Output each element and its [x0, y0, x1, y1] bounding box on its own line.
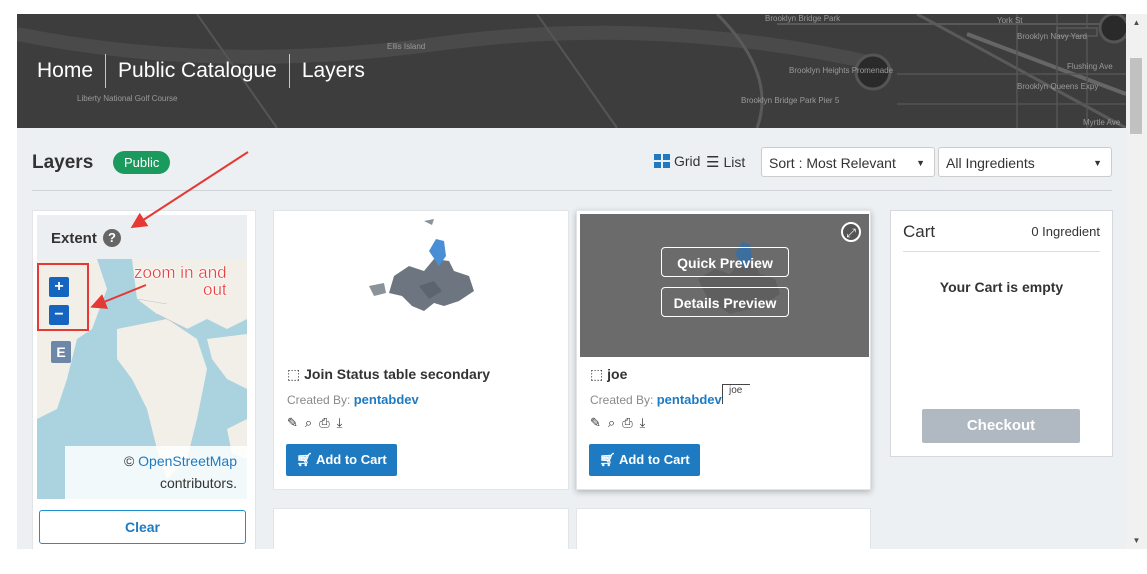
card-actions: ✎ ⌕ ⎙ ⤓ — [590, 415, 645, 431]
download-icon[interactable]: ⤓ — [337, 415, 343, 431]
layer-card: ⬚ Join Status table secondary Created By… — [273, 210, 569, 490]
map-label: Brooklyn Bridge Park — [765, 14, 841, 23]
cart-icon: 🛒︎ — [296, 452, 313, 467]
europe-map-thumbnail — [369, 219, 474, 311]
card-actions: ✎ ⌕ ⎙ ⤓ — [287, 415, 342, 431]
checkout-button[interactable]: Checkout — [922, 409, 1080, 443]
extent-panel: Extent ? + − E © OpenStreetMap contribut… — [32, 210, 256, 549]
window-left-edge — [0, 0, 17, 574]
edit-icon[interactable]: ✎ — [287, 415, 298, 431]
breadcrumb-home[interactable]: Home — [37, 54, 105, 88]
map-label: Brooklyn Navy Yard — [1017, 32, 1087, 41]
window-bottom-edge — [0, 549, 1147, 574]
cart-icon: 🛒︎ — [599, 452, 616, 467]
created-by-label: Created By: — [590, 393, 654, 407]
extent-title: Extent — [51, 230, 97, 247]
clear-button[interactable]: Clear — [39, 510, 246, 544]
breadcrumb-public-catalogue[interactable]: Public Catalogue — [105, 54, 289, 88]
ingredients-select[interactable]: All Ingredients ▼ — [938, 147, 1112, 177]
layer-title[interactable]: ⬚ Join Status table secondary — [287, 366, 490, 383]
annotation-highlight-box — [37, 263, 89, 331]
list-icon: ☰ — [706, 154, 720, 171]
map-label: Brooklyn Queens Expy — [1017, 82, 1099, 91]
quick-preview-button[interactable]: Quick Preview — [661, 247, 789, 277]
details-preview-button[interactable]: Details Preview — [661, 287, 789, 317]
map-label: Myrtle Ave — [1083, 118, 1121, 127]
author-link[interactable]: pentabdev — [657, 392, 722, 407]
grid-view-label: Grid — [674, 153, 701, 169]
add-to-cart-label: Add to Cart — [315, 452, 387, 467]
map-label: Flushing Ave — [1067, 62, 1113, 71]
map-label: Liberty National Golf Course — [77, 94, 178, 103]
grid-icon — [654, 154, 670, 168]
map-attribution: © OpenStreetMap contributors. — [65, 446, 247, 499]
sort-select[interactable]: Sort : Most Relevant ▼ — [761, 147, 935, 177]
map-label: Ellis Island — [387, 42, 426, 51]
add-to-cart-button[interactable]: 🛒︎ Add to Cart — [589, 444, 700, 476]
chevron-down-icon: ▼ — [1093, 158, 1102, 168]
layer-thumbnail[interactable] — [274, 211, 568, 356]
vertical-scrollbar[interactable]: ▲ ▼ — [1126, 14, 1147, 549]
grid-view-toggle[interactable]: Grid — [654, 153, 700, 169]
scrollbar-thumb[interactable] — [1130, 58, 1142, 134]
breadcrumb-layers: Layers — [288, 54, 377, 88]
chevron-down-icon: ▼ — [916, 158, 925, 168]
scroll-up-arrow-icon[interactable]: ▲ — [1126, 14, 1147, 31]
bookmark-icon[interactable]: ⬚ — [287, 366, 300, 382]
public-badge: Public — [113, 151, 171, 174]
ingredients-select-value: All Ingredients — [946, 155, 1035, 171]
breadcrumb: Home Public Catalogue Layers — [37, 54, 377, 88]
layer-card: ⤢ Quick Preview Details Preview ⬚ joe Cr… — [576, 210, 871, 490]
list-view-toggle[interactable]: ☰ List — [706, 153, 745, 171]
layer-card — [576, 508, 871, 549]
search-icon[interactable]: ⌕ — [305, 415, 312, 431]
attribution-suffix: contributors. — [159, 475, 237, 491]
add-to-cart-label: Add to Cart — [618, 452, 690, 467]
created-by: Created By: pentabdev — [590, 392, 722, 407]
map-label: Brooklyn Heights Promenade — [789, 66, 894, 75]
download-icon[interactable]: ⤓ — [640, 415, 646, 431]
annotation-line: out — [202, 280, 227, 299]
created-by: Created By: pentabdev — [287, 392, 419, 407]
annotation-line: zoom in and — [134, 263, 227, 282]
page-title: Layers — [32, 152, 94, 173]
add-to-cart-button[interactable]: 🛒︎ Add to Cart — [286, 444, 397, 476]
created-by-label: Created By: — [287, 393, 351, 407]
sort-select-value: Sort : Most Relevant — [769, 155, 896, 171]
scroll-down-arrow-icon[interactable]: ▼ — [1126, 532, 1147, 549]
layer-thumbnail[interactable]: ⤢ Quick Preview Details Preview — [580, 214, 869, 357]
extent-button[interactable]: E — [51, 341, 71, 363]
extent-header: Extent ? — [37, 215, 247, 259]
edit-icon[interactable]: ✎ — [590, 415, 601, 431]
layer-card — [273, 508, 569, 549]
expand-icon[interactable]: ⤢ — [841, 222, 861, 242]
search-icon[interactable]: ⌕ — [608, 415, 615, 431]
copyright-symbol: © — [123, 453, 135, 469]
bookmark-icon[interactable]: ⬚ — [590, 366, 603, 382]
divider — [32, 190, 1112, 191]
print-icon[interactable]: ⎙ — [319, 415, 329, 431]
divider — [903, 251, 1100, 252]
cart-count: 0 Ingredient — [1031, 224, 1100, 239]
author-link[interactable]: pentabdev — [354, 392, 419, 407]
window-top-edge — [0, 0, 1147, 14]
cart-empty-message: Your Cart is empty — [939, 279, 1064, 295]
map-label: Brooklyn Bridge Park Pier 5 — [741, 96, 840, 105]
cart-title: Cart — [903, 222, 936, 241]
layer-title[interactable]: ⬚ joe — [590, 366, 627, 383]
print-icon[interactable]: ⎙ — [622, 415, 632, 431]
cart-panel: Cart 0 Ingredient Your Cart is empty Che… — [890, 210, 1113, 457]
header-banner: Ellis Island Brooklyn Bridge Park York S… — [17, 14, 1126, 128]
layer-title-text: joe — [607, 366, 628, 382]
help-icon[interactable]: ? — [103, 229, 121, 247]
annotation-text: zoom in and out — [134, 264, 227, 298]
layer-title-text: Join Status table secondary — [304, 366, 491, 382]
toolbar: Layers Public Grid ☰ List Sort : Most Re… — [17, 128, 1126, 190]
tag-label: joe — [722, 384, 750, 404]
openstreetmap-link[interactable]: OpenStreetMap — [138, 453, 237, 469]
europe-map-thumbnail — [698, 242, 780, 314]
map-label: York St — [997, 16, 1023, 25]
list-view-label: List — [723, 154, 746, 170]
